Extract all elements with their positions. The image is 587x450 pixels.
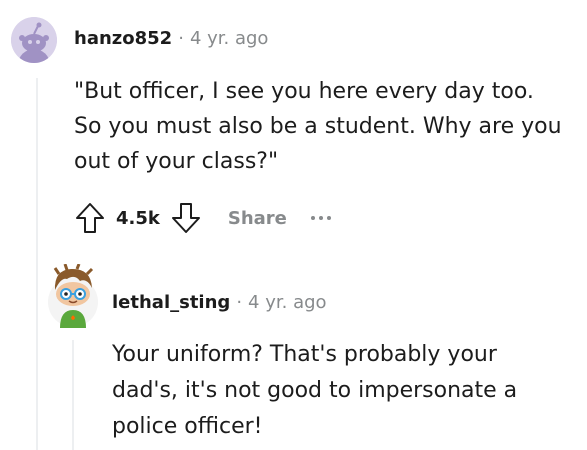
username[interactable]: lethal_sting (112, 292, 230, 313)
comment-line: dad's, it's not good to impersonate a (112, 378, 518, 403)
comment-line: out of your class?" (74, 149, 279, 174)
custom-snoo-icon (48, 263, 98, 328)
thread-line-reply[interactable] (72, 340, 74, 450)
thread-line-main[interactable] (36, 78, 38, 450)
comment-meta: lethal_sting · 4 yr. ago (112, 292, 327, 313)
avatar[interactable] (47, 263, 99, 330)
ellipsis-dot (326, 216, 331, 220)
comment-line: Your uniform? That's probably your (112, 342, 497, 367)
comment-actions: 4.5k Share (74, 201, 331, 235)
username[interactable]: hanzo852 (74, 28, 172, 49)
comment-body: Your uniform? That's probably your dad's… (112, 337, 517, 445)
downvote-button[interactable] (170, 201, 202, 235)
separator-dot: · (178, 28, 184, 49)
ellipsis-dot (310, 216, 315, 220)
comment-line: So you must also be a student. Why are y… (74, 114, 562, 139)
upvote-arrow-icon (76, 203, 104, 233)
comment-line: "But officer, I see you here every day t… (74, 79, 534, 104)
avatar[interactable] (11, 17, 57, 63)
downvote-arrow-icon (171, 203, 200, 233)
ellipsis-dot (318, 216, 323, 220)
upvote-button[interactable] (74, 201, 106, 235)
vote-score: 4.5k (116, 207, 160, 229)
comment-body: "But officer, I see you here every day t… (74, 74, 562, 179)
separator-dot: · (236, 292, 243, 313)
comment-line: police officer! (112, 414, 263, 439)
timestamp[interactable]: 4 yr. ago (190, 28, 269, 49)
more-options-button[interactable] (310, 216, 331, 220)
share-button[interactable]: Share (228, 208, 287, 229)
snoo-icon (11, 17, 57, 63)
timestamp[interactable]: 4 yr. ago (248, 292, 327, 313)
comment-meta: hanzo852 · 4 yr. ago (74, 28, 268, 49)
